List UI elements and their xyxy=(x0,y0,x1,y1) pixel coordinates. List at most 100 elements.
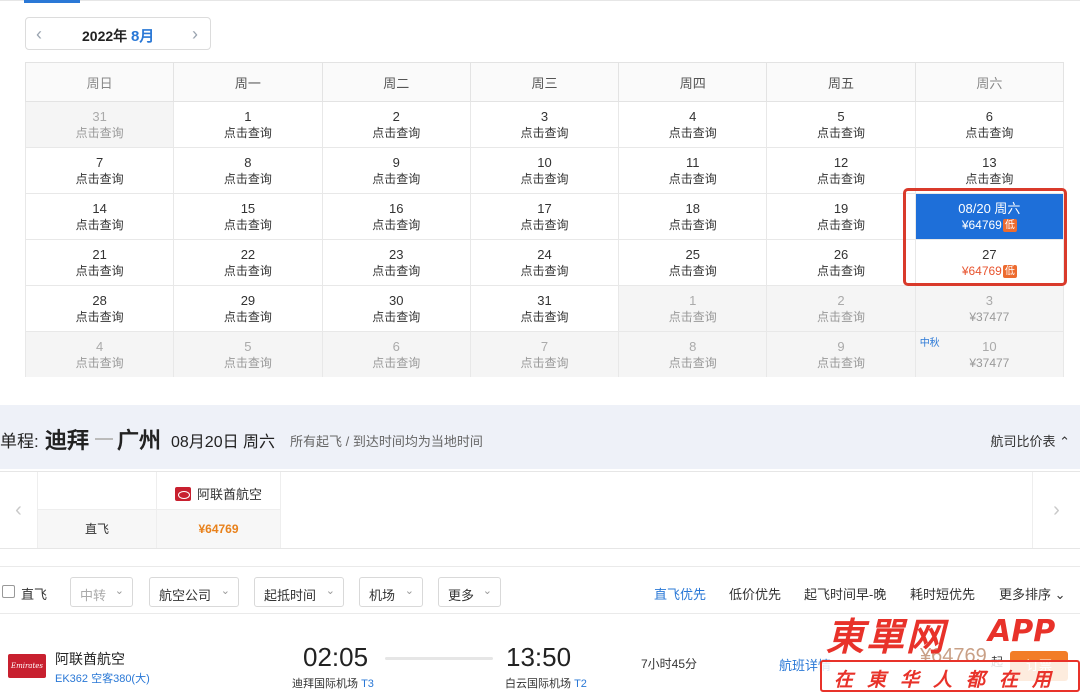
flight-details-link[interactable]: 航班详情 xyxy=(779,655,831,674)
calendar-day-cell[interactable]: 21 点击查询 xyxy=(24,239,175,286)
day-number: 4 xyxy=(689,108,697,124)
book-button[interactable]: 订票 xyxy=(1010,651,1068,681)
calendar-day-cell[interactable]: 8 点击查询 xyxy=(173,147,323,194)
query-link: 点击查询 xyxy=(75,355,124,370)
weekday-wed: 周三 xyxy=(469,62,620,102)
flight-price: ¥64769 xyxy=(920,645,987,667)
calendar-day-cell[interactable]: 6 点击查询 xyxy=(321,331,471,378)
query-link: 点击查询 xyxy=(965,125,1014,140)
calendar-day-cell[interactable]: 6 点击查询 xyxy=(914,101,1065,148)
calendar-day-cell[interactable]: 28 点击查询 xyxy=(24,285,175,332)
calendar-day-cell[interactable]: 27 ¥64769 低 xyxy=(914,239,1065,286)
calendar-day-cell[interactable]: 7 点击查询 xyxy=(469,331,620,378)
active-tab-indicator xyxy=(24,0,80,3)
query-link: 点击查询 xyxy=(520,355,569,370)
airline-compare-toggle[interactable]: 航司比价表 ⌃ xyxy=(990,431,1070,450)
calendar-day-cell[interactable]: 7 点击查询 xyxy=(24,147,175,194)
calendar-day-cell[interactable]: 17 点击查询 xyxy=(469,193,620,240)
calendar-day-cell[interactable]: 9 点击查询 xyxy=(321,147,471,194)
low-price-badge: 低 xyxy=(1002,218,1017,232)
matrix-corner-cell xyxy=(38,472,157,510)
calendar-day-cell[interactable]: 1 点击查询 xyxy=(618,285,768,332)
sort-direct-first[interactable]: 直飞优先 xyxy=(654,584,706,603)
calendar-day-cell[interactable]: 10 点击查询 xyxy=(469,147,620,194)
query-link: 点击查询 xyxy=(668,125,717,140)
calendar-day-cell[interactable]: 30 点击查询 xyxy=(321,285,471,332)
direct-only-checkbox[interactable] xyxy=(2,585,15,598)
matrix-price-cell[interactable]: ¥64769 xyxy=(157,510,281,548)
calendar-day-cell[interactable]: 15 点击查询 xyxy=(173,193,323,240)
sort-shortest-duration[interactable]: 耗时短优先 xyxy=(910,584,975,603)
query-link: 点击查询 xyxy=(372,217,421,232)
matrix-airline-emirates[interactable]: 阿联酋航空 xyxy=(157,472,281,510)
calendar-day-cell[interactable]: 31 点击查询 xyxy=(24,101,175,148)
calendar-day-cell[interactable]: 24 点击查询 xyxy=(469,239,620,286)
day-number: 9 xyxy=(392,154,400,170)
price-suffix: 起 xyxy=(991,655,1004,669)
sort-lowest-price[interactable]: 低价优先 xyxy=(729,584,781,603)
calendar-day-cell[interactable]: 2 点击查询 xyxy=(766,285,916,332)
sort-more[interactable]: 更多排序 ⌄ xyxy=(999,584,1066,603)
day-number: 27 xyxy=(982,246,997,262)
departure-airport: 迪拜国际机场 T3 xyxy=(292,675,374,691)
calendar-day-cell[interactable]: 中秋 10 ¥37477 xyxy=(914,331,1065,378)
calendar-day-cell[interactable]: 4 点击查询 xyxy=(618,101,768,148)
sort-departure-time[interactable]: 起飞时间早-晚 xyxy=(804,584,886,603)
calendar-day-cell[interactable]: 9 点击查询 xyxy=(766,331,916,378)
prev-month-icon[interactable]: ‹ xyxy=(36,24,42,44)
flight-result-row[interactable]: Emirates 阿联酋航空 EK362 空客380(大) 02:05 迪拜国际… xyxy=(0,624,1080,692)
day-number: 7 xyxy=(540,338,549,354)
calendar-day-cell[interactable]: 1 点击查询 xyxy=(173,101,323,148)
weekday-mon: 周一 xyxy=(173,62,323,102)
airport-dropdown[interactable]: 机场 ⌄ xyxy=(359,577,423,607)
calendar-day-cell[interactable]: 26 点击查询 xyxy=(766,239,916,286)
calendar-day-cell[interactable]: 13 点击查询 xyxy=(914,147,1065,194)
calendar-day-cell[interactable]: 25 点击查询 xyxy=(618,239,768,286)
calendar-day-cell[interactable]: 16 点击查询 xyxy=(321,193,471,240)
calendar-day-cell[interactable]: 19 点击查询 xyxy=(766,193,916,240)
calendar-day-cell[interactable]: 31 点击查询 xyxy=(469,285,620,332)
day-number: 5 xyxy=(837,108,845,124)
day-number: 25 xyxy=(685,246,700,262)
departure-terminal: T3 xyxy=(361,678,374,690)
calendar-day-cell[interactable]: 23 点击查询 xyxy=(321,239,471,286)
flight-route-line xyxy=(385,657,493,660)
matrix-scroll-right-icon[interactable]: › xyxy=(1032,472,1080,548)
airline-price-matrix: ‹ 阿联酋航空 直飞 ¥64769 › xyxy=(0,471,1080,549)
query-link: 点击查询 xyxy=(668,309,717,324)
day-number: 5 xyxy=(244,338,252,354)
weekday-sun: 周日 xyxy=(24,62,175,102)
more-dropdown[interactable]: 更多 ⌄ xyxy=(438,577,501,607)
transfer-dropdown[interactable]: 中转 ⌄ xyxy=(70,577,133,607)
calendar-day-cell[interactable]: 14 点击查询 xyxy=(24,193,175,240)
calendar-day-cell[interactable]: 5 点击查询 xyxy=(766,101,916,148)
destination-city: 广州 xyxy=(117,428,162,453)
matrix-scroll-left-icon[interactable]: ‹ xyxy=(0,472,38,548)
calendar-day-cell[interactable]: 4 点击查询 xyxy=(24,331,175,378)
calendar-day-cell[interactable]: 3 点击查询 xyxy=(469,101,620,148)
query-link: 点击查询 xyxy=(817,171,866,186)
calendar-day-cell[interactable]: 11 点击查询 xyxy=(618,147,768,194)
direct-only-label[interactable]: 直飞 xyxy=(21,584,47,603)
calendar-day-cell[interactable]: 8 点击查询 xyxy=(618,331,768,378)
query-link: 点击查询 xyxy=(817,309,866,324)
airline-dropdown[interactable]: 航空公司 ⌄ xyxy=(149,577,239,607)
day-number: 12 xyxy=(833,154,849,170)
calendar-day-cell[interactable]: 22 点击查询 xyxy=(173,239,323,286)
calendar-day-cell[interactable]: 2 点击查询 xyxy=(321,101,471,148)
calendar-day-cell[interactable]: 3 ¥37477 xyxy=(914,285,1065,332)
calendar-day-cell[interactable]: 5 点击查询 xyxy=(173,331,323,378)
calendar-day-cell[interactable]: 08/20 周六 ¥64769 低 xyxy=(914,193,1065,240)
day-number: 22 xyxy=(240,246,256,262)
day-number: 24 xyxy=(537,246,552,262)
time-dropdown[interactable]: 起抵时间 ⌄ xyxy=(254,577,344,607)
calendar-day-cell[interactable]: 18 点击查询 xyxy=(618,193,768,240)
weekday-fri: 周五 xyxy=(766,62,916,102)
query-link: 点击查询 xyxy=(372,125,421,140)
calendar-day-cell[interactable]: 12 点击查询 xyxy=(766,147,916,194)
calendar-day-cell[interactable]: 29 点击查询 xyxy=(173,285,323,332)
query-link: 点击查询 xyxy=(372,171,421,186)
flight-number[interactable]: EK362 空客380(大) xyxy=(55,670,150,686)
next-month-icon[interactable]: › xyxy=(192,24,198,44)
airport-dropdown-label: 机场 xyxy=(369,588,396,603)
